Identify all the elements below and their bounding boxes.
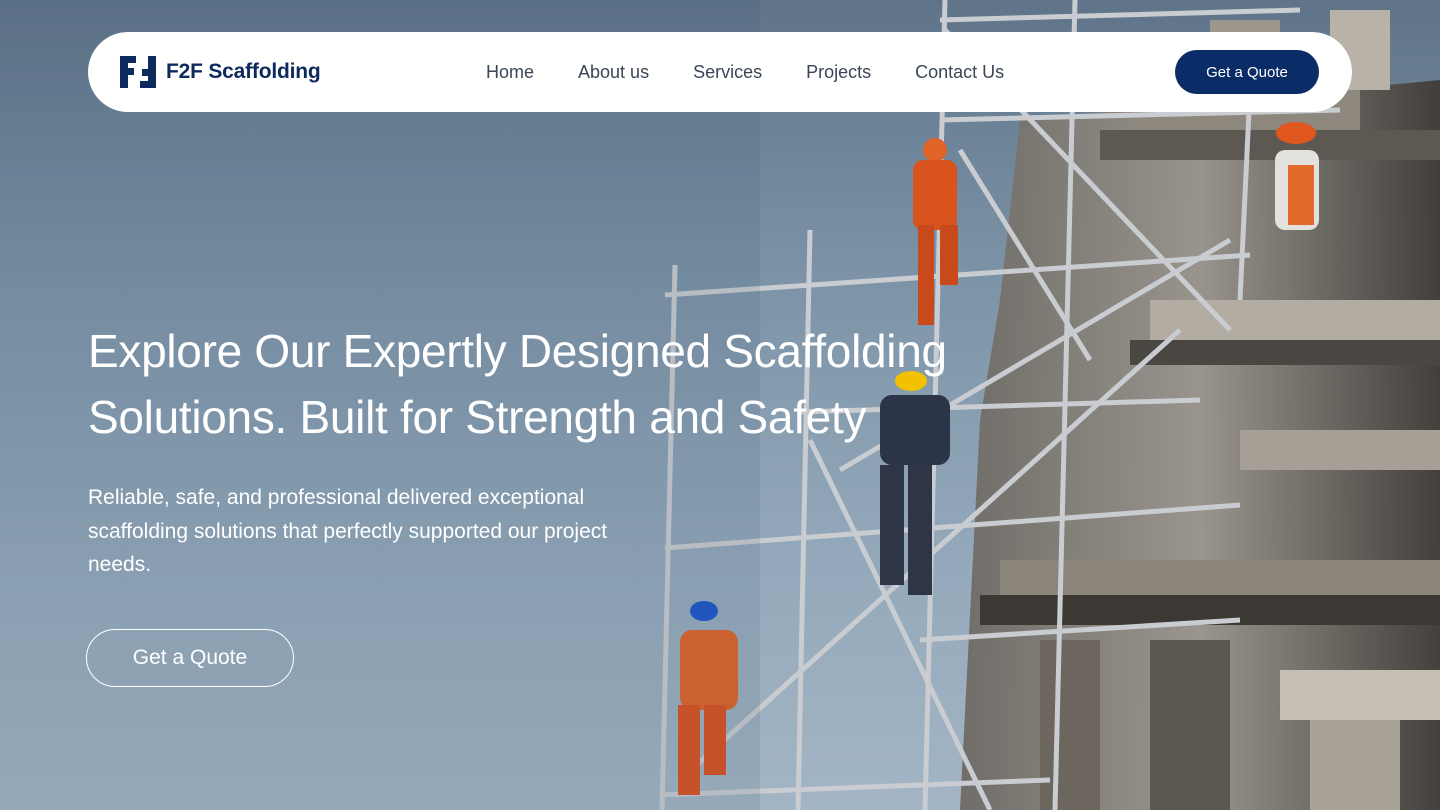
brand-name: F2F Scaffolding <box>166 60 321 83</box>
hero-get-a-quote-button[interactable]: Get a Quote <box>86 629 294 687</box>
top-navbar: F2F Scaffolding Home About us Services P… <box>88 32 1352 112</box>
hero-headline: Explore Our Expertly Designed Scaffoldin… <box>88 318 948 450</box>
nav-link-about-us[interactable]: About us <box>578 62 649 83</box>
hero-headline-line-1: Explore Our Expertly Designed Scaffoldin… <box>88 325 947 377</box>
nav-links: Home About us Services Projects Contact … <box>486 32 1048 112</box>
f2f-logo-icon <box>120 56 156 88</box>
hero-headline-line-2: Solutions. Built for Strength and Safety <box>88 391 867 443</box>
building-facade <box>960 10 1440 810</box>
hero-subtext: Reliable, safe, and professional deliver… <box>88 486 608 576</box>
nav-link-home[interactable]: Home <box>486 62 534 83</box>
brand-logo[interactable]: F2F Scaffolding <box>120 56 321 88</box>
worker-figure-right <box>1275 122 1319 230</box>
nav-link-contact-us[interactable]: Contact Us <box>915 62 1004 83</box>
nav-link-projects[interactable]: Projects <box>806 62 871 83</box>
nav-link-services[interactable]: Services <box>693 62 762 83</box>
nav-get-a-quote-button[interactable]: Get a Quote <box>1175 50 1319 94</box>
